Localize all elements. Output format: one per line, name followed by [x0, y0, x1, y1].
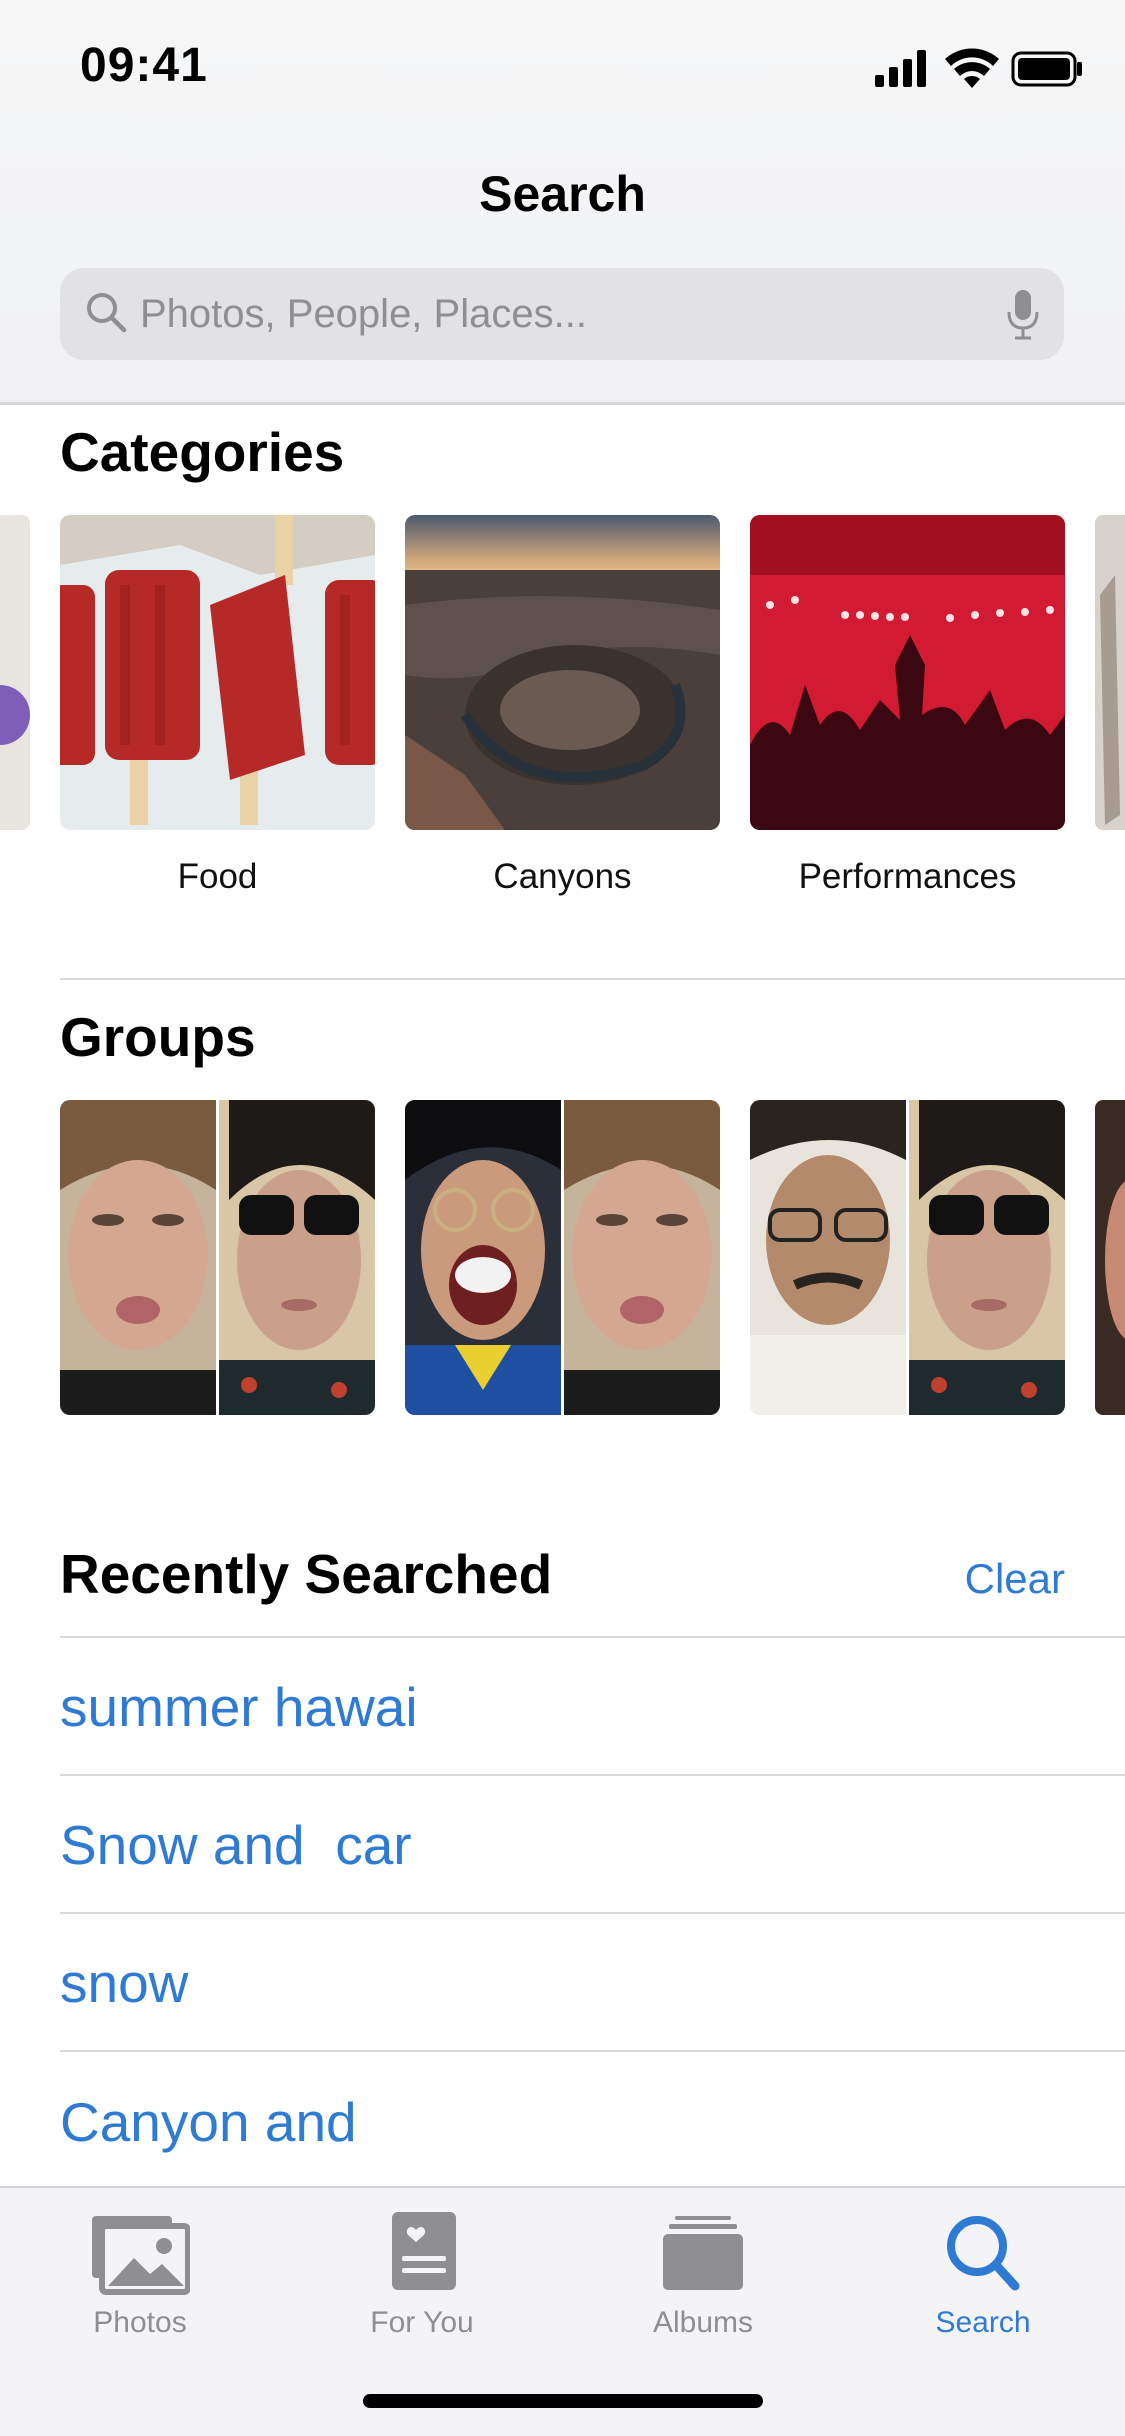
divider: [60, 1774, 1125, 1776]
groups-title: Groups: [60, 1006, 256, 1068]
person-photo: [909, 1100, 1065, 1415]
person-photo: [60, 1100, 216, 1415]
category-canyons[interactable]: Canyons: [405, 515, 720, 897]
person-photo: [564, 1100, 720, 1415]
divider: [60, 978, 1125, 980]
tab-albums[interactable]: Albums: [603, 2208, 803, 2340]
for-you-icon: [392, 2212, 456, 2290]
tab-label: Albums: [652, 2306, 754, 2339]
page-title: Search: [479, 166, 646, 222]
tab-label: Search: [935, 2306, 1031, 2339]
search-icon: [87, 293, 127, 333]
recent-search-item[interactable]: Canyon and: [60, 2090, 357, 2154]
tab-photos[interactable]: Photos: [40, 2208, 240, 2340]
home-indicator: [363, 2394, 763, 2408]
clear-button[interactable]: Clear: [965, 1555, 1065, 1603]
categories-title: Categories: [60, 421, 345, 483]
category-label: Performances: [798, 857, 1017, 896]
photos-icon: [92, 2216, 190, 2295]
search-icon: [947, 2216, 1020, 2291]
divider: [60, 1912, 1125, 1914]
person-photo: [405, 1100, 561, 1415]
category-label: Food: [177, 857, 258, 896]
recent-search-item[interactable]: summer hawai: [60, 1675, 418, 1739]
category-partial-left[interactable]: [0, 515, 30, 830]
group-card[interactable]: [60, 1100, 375, 1415]
divider: [60, 2050, 1125, 2052]
person-photo: [750, 1100, 906, 1415]
canyons-thumbnail: [405, 515, 720, 830]
albums-icon: [663, 2216, 743, 2290]
category-performances[interactable]: Performances: [750, 515, 1065, 897]
food-thumbnail: [50, 515, 385, 830]
recent-search-item[interactable]: Snow and car: [60, 1813, 412, 1877]
tab-label: Photos: [93, 2306, 187, 2339]
group-card[interactable]: [750, 1100, 1065, 1415]
top-bar: 09:41 Search: [0, 0, 1125, 405]
battery-icon: [1011, 51, 1082, 87]
group-card[interactable]: [405, 1100, 720, 1415]
category-food[interactable]: Food: [50, 515, 385, 897]
group-partial-right[interactable]: [1095, 1100, 1125, 1415]
tab-for-you[interactable]: For You: [322, 2208, 522, 2340]
category-partial-right[interactable]: [1095, 515, 1125, 830]
recent-search-item[interactable]: snow: [60, 1951, 188, 2015]
status-time: 09:41: [80, 39, 208, 92]
search-bar[interactable]: [60, 268, 1064, 360]
tab-search[interactable]: Search: [883, 2208, 1083, 2340]
status-icons: [875, 48, 1082, 88]
category-label: Canyons: [493, 857, 632, 896]
performances-thumbnail: [750, 515, 1065, 830]
wifi-icon: [945, 48, 999, 88]
divider: [60, 1636, 1125, 1638]
person-photo: [219, 1100, 375, 1415]
microphone-icon[interactable]: [1006, 286, 1040, 342]
recently-searched-title: Recently Searched: [60, 1543, 553, 1605]
search-input[interactable]: [138, 282, 998, 346]
tab-label: For You: [370, 2306, 474, 2339]
cellular-signal-icon: [875, 50, 926, 87]
